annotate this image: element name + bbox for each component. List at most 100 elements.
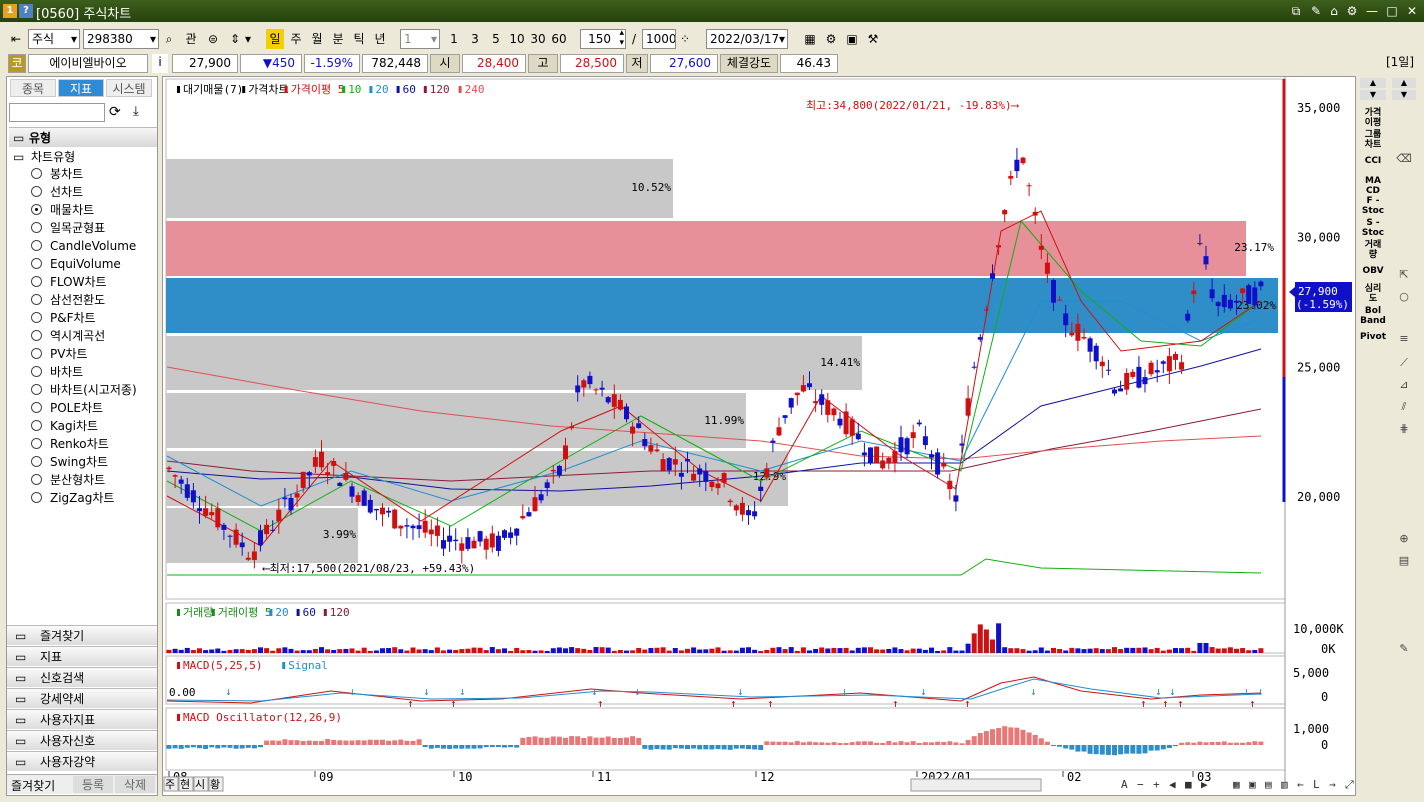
indicator-search-input[interactable] xyxy=(9,103,105,122)
radio-icon[interactable] xyxy=(31,186,42,197)
radio-icon[interactable] xyxy=(31,168,42,179)
radio-icon[interactable] xyxy=(31,240,42,251)
tab-indicators[interactable]: 지표 xyxy=(58,79,104,97)
chart-area[interactable]: 10.52% 23.17% 23.02% 14.41% 11.99% 12.9% 3.99%… xyxy=(162,76,1356,796)
delete-button[interactable]: 삭제 xyxy=(115,776,155,793)
chevron-down-icon[interactable]: ▾ xyxy=(243,29,253,49)
radio-icon[interactable] xyxy=(31,420,42,431)
period-month[interactable]: 월 xyxy=(308,29,326,49)
quick-10[interactable]: 10 xyxy=(508,29,526,49)
chart-type-item[interactable]: 바차트(시고저종) xyxy=(31,381,137,399)
section-4[interactable]: ▭ 사용자지표 xyxy=(7,709,157,729)
tab-system[interactable]: 시스템 xyxy=(106,79,152,97)
category-chart-type[interactable]: ▭ 차트유형 xyxy=(9,147,157,167)
count-input[interactable]: 150 ▴ ▾ xyxy=(580,29,626,49)
help-icon[interactable]: ? xyxy=(19,4,33,18)
back-icon[interactable]: ← xyxy=(1297,778,1304,791)
radio-icon[interactable] xyxy=(31,492,42,503)
channel-icon[interactable]: ⋕ xyxy=(1396,422,1412,438)
chart-type-item[interactable]: 역시계곡선 xyxy=(31,327,105,345)
radio-icon[interactable] xyxy=(31,348,42,359)
chart-type-item[interactable]: 바차트 xyxy=(31,363,83,381)
ind-pivot[interactable]: Pivot xyxy=(1358,332,1388,342)
all-icon[interactable]: ⌫ xyxy=(1396,152,1412,168)
chart-type-item[interactable]: 분산형차트 xyxy=(31,471,105,489)
trendline-icon[interactable]: ⟋ xyxy=(1396,356,1412,372)
prev-stock-icon[interactable]: ⇤ xyxy=(8,29,24,49)
ind-volume[interactable]: 거래 량 xyxy=(1358,240,1388,260)
interval-select[interactable]: 1 ▾ xyxy=(400,29,440,49)
section-3[interactable]: ▭ 강세약세 xyxy=(7,688,157,708)
hline-icon[interactable]: ≡ xyxy=(1396,332,1412,348)
bottom-tab-label[interactable]: 주 xyxy=(165,778,175,791)
radio-icon[interactable] xyxy=(31,258,42,269)
reset-icon[interactable]: ⤢ xyxy=(1345,778,1354,791)
link-icon[interactable]: ⧉ xyxy=(1288,3,1304,19)
tools-icon[interactable]: ⚒ xyxy=(865,29,881,49)
radio-icon[interactable] xyxy=(31,438,42,449)
scroll-right-icon[interactable]: ▶ xyxy=(1201,778,1208,791)
gear-icon[interactable]: ⚙ xyxy=(823,29,839,49)
ind-group-chart[interactable]: 그룹 차트 xyxy=(1358,130,1388,150)
chart-type-item[interactable]: EquiVolume xyxy=(31,255,121,273)
radio-icon[interactable] xyxy=(31,456,42,467)
radio-icon[interactable] xyxy=(31,312,42,323)
radio-icon[interactable] xyxy=(31,276,42,287)
updown-icon[interactable]: ⇕ xyxy=(228,29,242,49)
chart-svg[interactable]: 10.52%23.17%23.02%14.41%11.99%12.9%3.99%… xyxy=(163,77,1357,797)
minimize-button[interactable]: — xyxy=(1364,3,1380,19)
register-button[interactable]: 등록 xyxy=(73,776,113,793)
chart-scrollbar[interactable] xyxy=(910,778,1042,792)
radio-icon[interactable] xyxy=(31,474,42,485)
period-year[interactable]: 년 xyxy=(371,29,389,49)
bottom-tab-label[interactable]: 시 xyxy=(195,778,205,791)
scroll-down-icon[interactable]: ▼ xyxy=(1392,90,1416,100)
section-2[interactable]: ▭ 신호검색 xyxy=(7,667,157,687)
window-icon[interactable]: ▤ xyxy=(1396,554,1412,570)
chart-type-item[interactable]: 선차트 xyxy=(31,183,83,201)
auto-icon[interactable]: ⊕ xyxy=(1396,532,1412,548)
ind-bol-band[interactable]: Bol Band xyxy=(1358,306,1388,326)
search-icon[interactable]: ⌕ xyxy=(161,29,177,49)
settings-icon[interactable]: ⚙ xyxy=(1344,3,1360,19)
save-icon[interactable]: ▣ xyxy=(844,29,860,49)
tab-stocks[interactable]: 종목 xyxy=(10,79,56,97)
app-icon[interactable]: 1 xyxy=(3,4,17,18)
scroll-up-icon[interactable]: ▲ xyxy=(1360,78,1386,88)
section-5[interactable]: ▭ 사용자신호 xyxy=(7,730,157,750)
market-select[interactable]: 주식 ▾ xyxy=(28,29,80,49)
ind-f-stoc[interactable]: F - Stoc xyxy=(1358,196,1388,216)
ind-cci[interactable]: CCI xyxy=(1358,156,1388,166)
radio-icon[interactable] xyxy=(31,384,42,395)
section-type[interactable]: ▭ 유형 xyxy=(9,127,157,147)
fibonacci-icon[interactable]: ⫽ xyxy=(1396,400,1412,416)
grid-icon[interactable]: ⁘ xyxy=(678,29,692,49)
chart-type-item[interactable]: P&F차트 xyxy=(31,309,96,327)
chart-type-item[interactable]: 봉차트 xyxy=(31,165,83,183)
ind-macd[interactable]: MA CD xyxy=(1358,176,1388,196)
chart-type-item[interactable]: 삼선전환도 xyxy=(31,291,105,309)
forward-icon[interactable]: → xyxy=(1329,778,1336,791)
scroll-up-icon[interactable]: ▲ xyxy=(1392,78,1416,88)
quick-5[interactable]: 5 xyxy=(488,29,504,49)
quick-3[interactable]: 3 xyxy=(467,29,483,49)
chart-type-item[interactable]: ZigZag차트 xyxy=(31,489,114,507)
info-icon[interactable]: i xyxy=(152,54,168,73)
section-0[interactable]: ▭ 즐겨찾기 xyxy=(7,625,157,645)
section-6[interactable]: ▭ 사용자강약 xyxy=(7,751,157,771)
date-input[interactable]: 2022/03/17 ▾ xyxy=(706,29,788,49)
eraser-icon[interactable]: ✎ xyxy=(1396,642,1412,658)
memo-icon[interactable]: ✎ xyxy=(1308,3,1324,19)
refresh-icon[interactable]: ⟳ xyxy=(109,104,121,120)
zoom-in-icon[interactable]: + xyxy=(1153,778,1160,791)
radio-icon[interactable] xyxy=(31,294,42,305)
period-minute[interactable]: 분 xyxy=(329,29,347,49)
chart-type-item[interactable]: Swing차트 xyxy=(31,453,108,471)
radio-icon[interactable] xyxy=(31,366,42,377)
bottom-tab-label[interactable]: 황 xyxy=(210,778,220,791)
scroll-down-icon[interactable]: ▼ xyxy=(1360,90,1386,100)
radio-icon[interactable] xyxy=(31,204,42,215)
quick-60[interactable]: 60 xyxy=(550,29,568,49)
ind-s-stoc[interactable]: S - Stoc xyxy=(1358,218,1388,238)
period-day[interactable]: 일 xyxy=(266,29,284,49)
